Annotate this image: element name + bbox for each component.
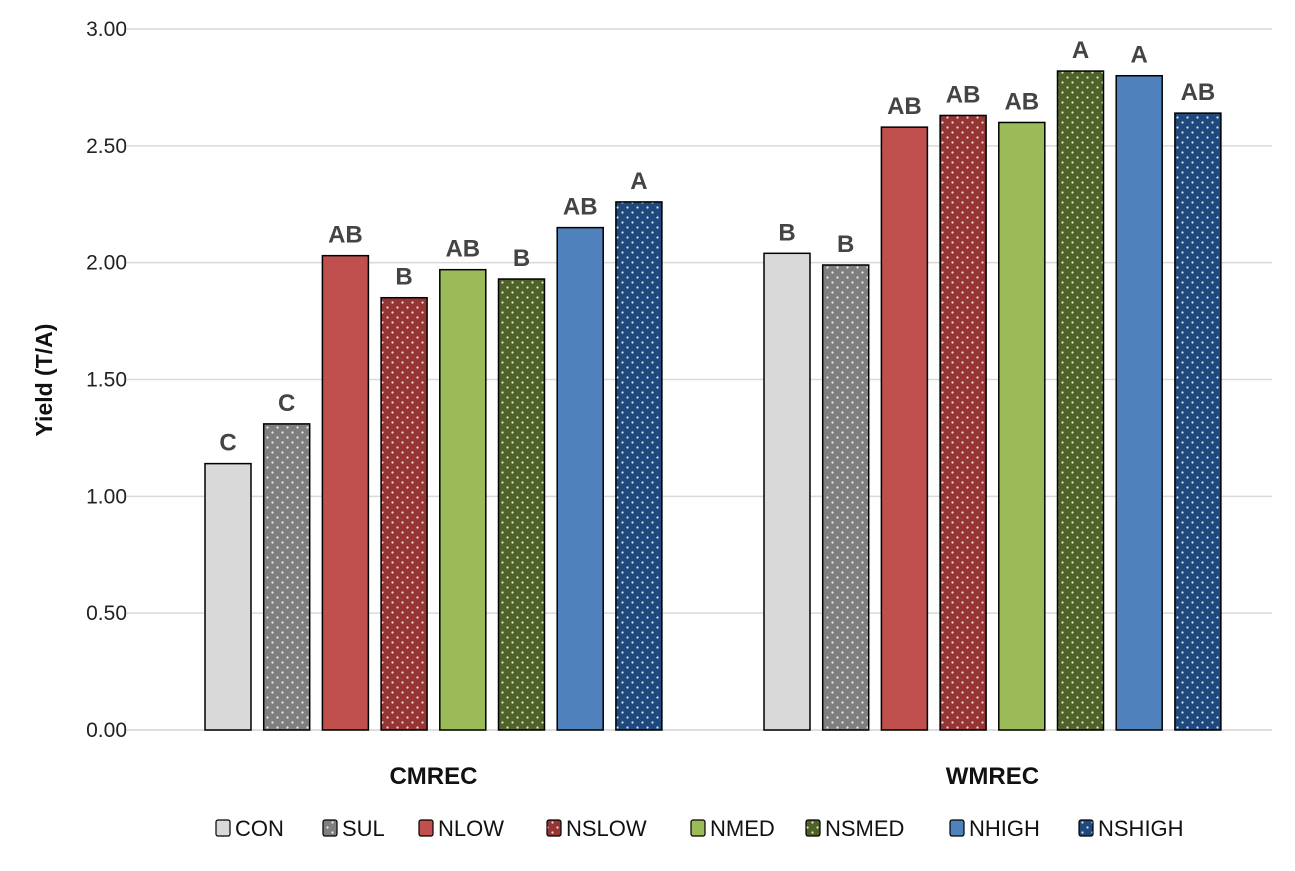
bar-wmrec-nlow bbox=[880, 126, 929, 731]
legend-item-con: CON bbox=[215, 816, 284, 841]
legend: CON SUL NLOW NSLOW NMED NSMED NHIGH NSHIGH bbox=[215, 816, 1184, 841]
significance-letter: AB bbox=[563, 194, 598, 221]
significance-letter: C bbox=[219, 430, 236, 457]
x-category-label: WMREC bbox=[946, 763, 1039, 790]
y-tick-label: 1.50 bbox=[86, 369, 127, 392]
significance-letter: B bbox=[837, 231, 854, 258]
significance-letter: AB bbox=[1004, 88, 1039, 115]
significance-letter: A bbox=[630, 168, 647, 195]
y-axis-label: Yield (T/A) bbox=[31, 324, 57, 437]
bar-cmrec-nhigh bbox=[556, 226, 604, 731]
y-tick-label: 0.00 bbox=[86, 719, 127, 742]
significance-letter: B bbox=[395, 264, 412, 291]
y-axis-ticks: 0.00 0.50 1.00 1.50 2.00 2.50 3.00 bbox=[86, 18, 127, 742]
x-axis-categories: CMREC WMREC bbox=[389, 763, 1039, 790]
bar-cmrec-nmed bbox=[439, 268, 487, 731]
bar-chart: 0.00 0.50 1.00 1.50 2.00 2.50 3.00 Yield (T/A)… bbox=[31, 18, 1272, 841]
significance-letter: A bbox=[1131, 42, 1148, 69]
bars bbox=[204, 70, 1222, 731]
y-tick-label: 1.00 bbox=[86, 485, 127, 508]
legend-label: CON bbox=[235, 816, 284, 841]
significance-letter: AB bbox=[887, 93, 922, 120]
bar-wmrec-nsmed bbox=[1056, 70, 1105, 731]
legend-item-nshigh: NSHIGH bbox=[1078, 816, 1184, 841]
bar-wmrec-nslow bbox=[939, 114, 987, 731]
y-tick-label: 2.50 bbox=[86, 135, 127, 158]
significance-letter: A bbox=[1072, 37, 1089, 64]
y-tick-label: 3.00 bbox=[86, 18, 127, 41]
legend-item-nsmed: NSMED bbox=[805, 816, 904, 841]
bar-cmrec-nshigh bbox=[615, 201, 663, 731]
legend-label: NHIGH bbox=[969, 816, 1040, 841]
significance-letter: C bbox=[278, 390, 295, 417]
bar-cmrec-nsmed bbox=[497, 278, 546, 731]
significance-letter: B bbox=[778, 219, 795, 246]
legend-item-nlow: NLOW bbox=[418, 816, 504, 841]
legend-swatch bbox=[949, 819, 965, 837]
legend-swatch bbox=[1078, 819, 1094, 837]
legend-item-nslow: NSLOW bbox=[546, 816, 647, 841]
bar-wmrec-nhigh bbox=[1115, 74, 1163, 731]
legend-label: NLOW bbox=[438, 816, 504, 841]
significance-letter: B bbox=[513, 245, 530, 272]
bar-wmrec-nshigh bbox=[1174, 112, 1222, 731]
legend-swatch bbox=[690, 819, 706, 837]
legend-label: NMED bbox=[710, 816, 775, 841]
bar-cmrec-nlow bbox=[321, 254, 370, 731]
bar-wmrec-sul bbox=[821, 264, 870, 731]
y-tick-label: 0.50 bbox=[86, 602, 127, 625]
legend-swatch bbox=[546, 819, 562, 837]
significance-letter: AB bbox=[445, 236, 480, 263]
bar-cmrec-nslow bbox=[380, 296, 428, 731]
bar-wmrec-con bbox=[763, 252, 811, 731]
legend-swatch bbox=[418, 819, 434, 837]
bar-cmrec-sul bbox=[262, 423, 311, 731]
y-tick-label: 2.00 bbox=[86, 252, 127, 275]
legend-label: NSMED bbox=[825, 816, 904, 841]
legend-item-nmed: NMED bbox=[690, 816, 775, 841]
legend-swatch bbox=[215, 819, 231, 837]
bar-cmrec-con bbox=[204, 462, 252, 731]
legend-swatch bbox=[805, 819, 821, 837]
bar-wmrec-nmed bbox=[998, 121, 1046, 731]
significance-letter: AB bbox=[328, 222, 363, 249]
significance-letter: AB bbox=[946, 81, 981, 108]
significance-letter: AB bbox=[1181, 79, 1216, 106]
legend-label: SUL bbox=[342, 816, 385, 841]
legend-item-sul: SUL bbox=[322, 816, 385, 841]
legend-label: NSLOW bbox=[566, 816, 647, 841]
legend-swatch bbox=[322, 819, 338, 837]
legend-item-nhigh: NHIGH bbox=[949, 816, 1040, 841]
legend-label: NSHIGH bbox=[1098, 816, 1184, 841]
x-category-label: CMREC bbox=[389, 763, 477, 790]
